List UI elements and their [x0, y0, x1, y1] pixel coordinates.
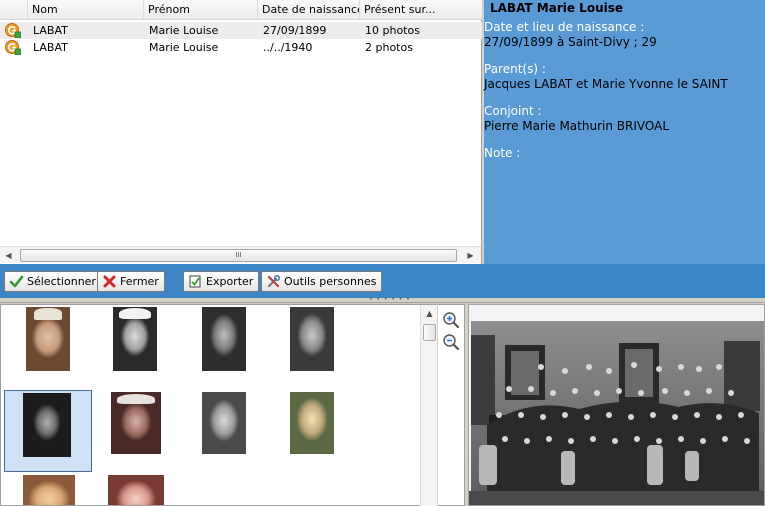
photo-thumbnail[interactable]: [23, 475, 75, 505]
export-button[interactable]: Exporter: [183, 271, 260, 292]
column-header-prenom[interactable]: Prénom: [144, 0, 258, 20]
photo-thumbnail[interactable]: [202, 307, 246, 371]
column-header-nom[interactable]: Nom: [28, 0, 144, 20]
cell-prenom: Marie Louise: [149, 41, 219, 54]
column-header-present-sur[interactable]: Présent sur...: [360, 0, 482, 20]
birth-label: Date et lieu de naissance :: [484, 20, 645, 34]
scroll-up-icon[interactable]: ▲: [421, 305, 438, 322]
vertical-scroll-thumb[interactable]: [423, 324, 436, 341]
cell-date-naissance: 27/09/1899: [263, 24, 327, 37]
group-photo-preview[interactable]: [468, 304, 765, 506]
person-tools-button[interactable]: Outils personnes: [261, 271, 383, 292]
column-header-date-naissance[interactable]: Date de naissance: [258, 0, 360, 20]
select-button-label: Sélectionner: [27, 275, 96, 288]
checkmark-icon: [9, 275, 24, 288]
photo-thumbnail[interactable]: [113, 307, 157, 371]
zoom-in-icon[interactable]: [442, 311, 460, 329]
spouse-value: Pierre Marie Mathurin BRIVOAL: [484, 119, 669, 133]
action-toolbar: Sélectionner Fermer Exporter Outils pers…: [0, 264, 765, 298]
cell-prenom: Marie Louise: [149, 24, 219, 37]
pane-splitter[interactable]: • • • • • •: [0, 297, 765, 303]
export-icon: [189, 275, 201, 288]
parents-label: Parent(s) :: [484, 62, 546, 76]
horizontal-scrollbar[interactable]: ◀ III ▶: [0, 246, 481, 263]
photo-thumbnail-selected[interactable]: [4, 390, 92, 472]
parents-value: Jacques LABAT et Marie Yvonne le SAINT: [484, 77, 728, 91]
tools-icon: [267, 275, 280, 288]
person-info-panel: LABAT Marie Louise Date et lieu de naiss…: [484, 0, 765, 264]
close-button-label: Fermer: [120, 275, 159, 288]
photo-thumbnail[interactable]: [111, 392, 161, 454]
person-title: LABAT Marie Louise: [490, 1, 624, 15]
photo-thumbnail[interactable]: [202, 392, 246, 454]
person-list: Nom Prénom Date de naissance Présent sur…: [0, 0, 482, 264]
photo-thumbnail[interactable]: [290, 392, 334, 454]
table-row[interactable]: LABAT Marie Louise ../../1940 2 photos: [0, 39, 482, 56]
close-icon: [103, 275, 116, 288]
cell-date-naissance: ../../1940: [263, 41, 313, 54]
header-icon-column[interactable]: [0, 0, 28, 20]
cell-nom: LABAT: [33, 24, 68, 37]
scroll-right-icon[interactable]: ▶: [462, 247, 479, 264]
horizontal-scroll-thumb[interactable]: III: [20, 249, 457, 262]
photo-thumbnail-grid: [0, 304, 437, 506]
table-row[interactable]: LABAT Marie Louise 27/09/1899 10 photos: [0, 22, 482, 39]
person-tools-button-label: Outils personnes: [284, 275, 377, 288]
close-button[interactable]: Fermer: [97, 271, 165, 292]
note-label: Note :: [484, 146, 521, 160]
cell-present-sur: 10 photos: [365, 24, 420, 37]
scroll-left-icon[interactable]: ◀: [0, 247, 17, 264]
vertical-scrollbar[interactable]: ▲: [420, 305, 437, 506]
person-photo-icon: [5, 23, 21, 38]
photo-thumbnail[interactable]: [108, 475, 164, 505]
list-header: Nom Prénom Date de naissance Présent sur…: [0, 0, 482, 20]
photo-thumbnail[interactable]: [290, 307, 334, 371]
spouse-label: Conjoint :: [484, 104, 542, 118]
group-photo-image: [469, 305, 764, 505]
zoom-out-icon[interactable]: [442, 333, 460, 351]
splitter-grip-icon[interactable]: • • • • • •: [369, 297, 411, 303]
cell-nom: LABAT: [33, 41, 68, 54]
photo-thumbnail[interactable]: [26, 307, 70, 371]
cell-present-sur: 2 photos: [365, 41, 413, 54]
export-button-label: Exporter: [206, 275, 254, 288]
birth-value: 27/09/1899 à Saint-Divy ; 29: [484, 35, 657, 49]
select-button[interactable]: Sélectionner: [4, 271, 102, 292]
zoom-controls: [438, 304, 465, 506]
person-photo-icon: [5, 40, 21, 55]
